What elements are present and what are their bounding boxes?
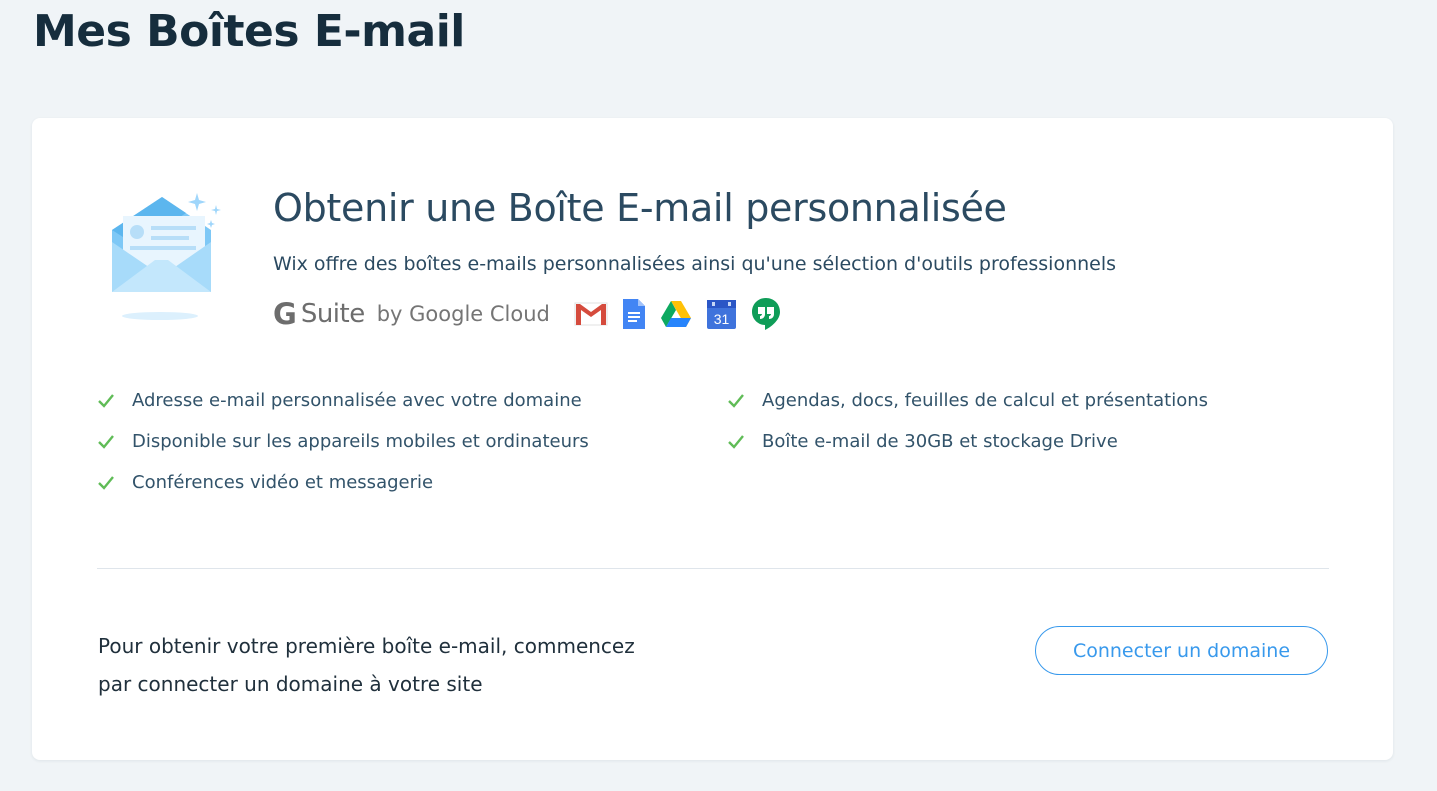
feature-label: Boîte e-mail de 30GB et stockage Drive	[762, 431, 1118, 452]
check-icon	[98, 475, 114, 490]
email-promo-card: Obtenir une Boîte E-mail personnalisée W…	[32, 118, 1393, 760]
check-icon	[728, 393, 744, 408]
calendar-day-number: 31	[714, 311, 730, 327]
check-icon	[728, 434, 744, 449]
feature-label: Adresse e-mail personnalisée avec votre …	[132, 390, 582, 411]
feature-item: Boîte e-mail de 30GB et stockage Drive	[726, 431, 1118, 452]
divider	[97, 568, 1329, 569]
gmail-icon	[574, 302, 608, 326]
google-drive-icon	[660, 301, 691, 327]
feature-item: Agendas, docs, feuilles de calcul et pré…	[726, 390, 1208, 411]
google-hangouts-icon	[751, 298, 780, 330]
cta-text-line2: par connecter un domaine à votre site	[98, 672, 483, 696]
cta-text-line1: Pour obtenir votre première boîte e-mail…	[98, 634, 635, 658]
connect-domain-button[interactable]: Connecter un domaine	[1035, 626, 1328, 675]
feature-label: Conférences vidéo et messagerie	[132, 472, 434, 493]
check-icon	[98, 434, 114, 449]
page-title: Mes Boîtes E-mail	[33, 6, 465, 57]
check-icon	[98, 393, 114, 408]
gsuite-logo-suite: Suite	[300, 299, 365, 329]
feature-label: Disponible sur les appareils mobiles et …	[132, 431, 589, 452]
cta-text: Pour obtenir votre première boîte e-mail…	[98, 627, 718, 703]
feature-label: Agendas, docs, feuilles de calcul et pré…	[762, 390, 1208, 411]
feature-item: Adresse e-mail personnalisée avec votre …	[96, 390, 582, 411]
feature-item: Conférences vidéo et messagerie	[96, 472, 433, 493]
feature-item: Disponible sur les appareils mobiles et …	[96, 431, 589, 452]
google-docs-icon	[622, 299, 645, 329]
promo-subtitle: Wix offre des boîtes e-mails personnalis…	[273, 253, 1117, 275]
promo-title: Obtenir une Boîte E-mail personnalisée	[273, 186, 1007, 230]
gsuite-logo-g: G	[273, 297, 297, 331]
gsuite-logo-row: G Suite by Google Cloud 31	[273, 294, 781, 334]
mail-envelope-icon	[112, 193, 221, 320]
gsuite-by-google-cloud: by Google Cloud	[376, 302, 550, 326]
gsuite-app-icons: 31	[574, 297, 781, 331]
google-calendar-icon: 31	[706, 299, 736, 329]
